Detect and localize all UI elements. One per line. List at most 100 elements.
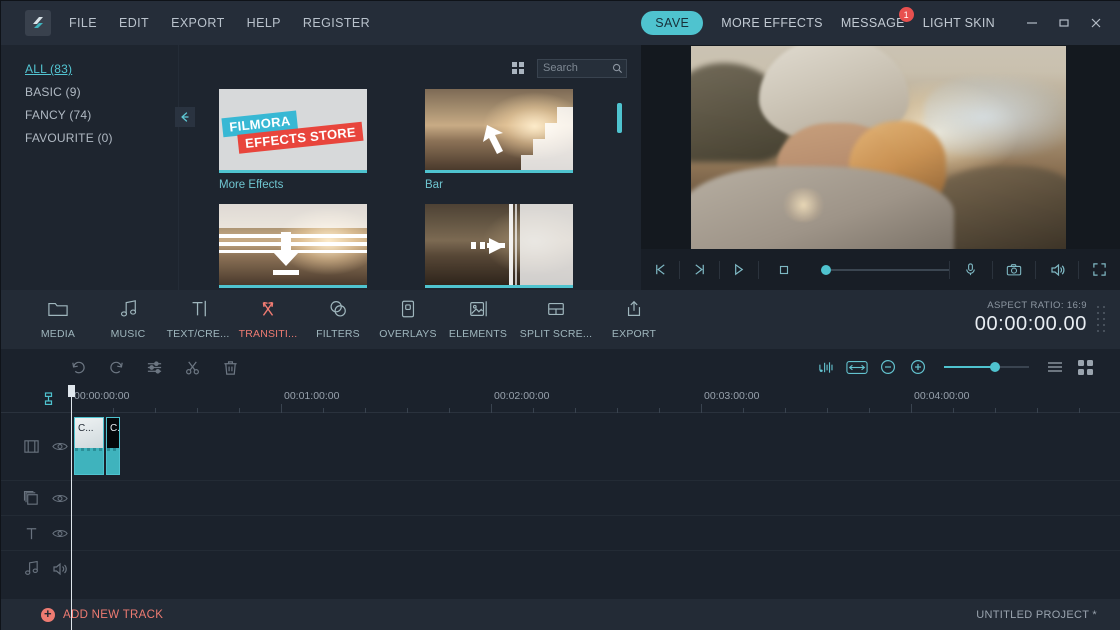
track-body-overlay[interactable]	[71, 481, 1120, 516]
redo-icon[interactable]	[97, 349, 135, 385]
minimize-icon[interactable]	[1019, 10, 1045, 36]
playhead-handle[interactable]	[68, 385, 75, 397]
category-basic[interactable]: BASIC (9)	[25, 85, 81, 99]
effect-thumbnail	[219, 204, 367, 288]
scrollbar-thumb[interactable]	[617, 103, 622, 133]
more-effects-link[interactable]: MORE EFFECTS	[721, 16, 823, 30]
add-new-track-button[interactable]: + ADD NEW TRACK	[41, 607, 164, 622]
effect-tile-slide[interactable]	[425, 204, 573, 290]
split-scissors-icon[interactable]	[173, 349, 211, 385]
tool-list: MEDIA MUSIC TEXT/CRE... TRANSITI... FILT…	[1, 290, 1120, 349]
stop-icon[interactable]	[759, 249, 809, 290]
timeline-clip[interactable]: C...	[74, 417, 104, 475]
tool-split-screen[interactable]: SPLIT SCRE...	[513, 290, 599, 340]
effect-tile-label: More Effects	[219, 179, 284, 191]
message-label: MESSAGE	[840, 16, 905, 30]
effects-tile-grid: FILMORA EFFECTS STORE More Effects Bar	[219, 89, 627, 290]
progress-slider[interactable]	[809, 249, 949, 290]
zoom-knob[interactable]	[989, 362, 1000, 372]
message-link[interactable]: MESSAGE 1	[840, 7, 914, 30]
grid-view-icon[interactable]	[512, 61, 525, 75]
play-icon[interactable]	[720, 249, 758, 290]
tool-label: TEXT/CRE...	[166, 328, 230, 340]
effect-tile-blinds[interactable]	[219, 204, 367, 290]
audio-waveform-icon[interactable]	[812, 349, 840, 385]
music-note-icon	[117, 299, 139, 324]
tool-export[interactable]: EXPORT	[599, 290, 669, 340]
timeline-clip[interactable]: C...	[106, 417, 120, 475]
tool-music[interactable]: MUSIC	[93, 290, 163, 340]
marker-icon[interactable]	[43, 392, 54, 411]
category-all[interactable]: ALL (83)	[25, 62, 72, 76]
volume-icon[interactable]	[1036, 249, 1078, 290]
tool-text-credits[interactable]: TEXT/CRE...	[163, 290, 233, 340]
delete-trash-icon[interactable]	[211, 349, 249, 385]
microphone-icon[interactable]	[950, 249, 992, 290]
window-buttons	[1019, 10, 1109, 36]
aspect-ratio-label: ASPECT RATIO: 16:9	[987, 300, 1087, 311]
tool-overlays[interactable]: OVERLAYS	[373, 290, 443, 340]
close-icon[interactable]	[1083, 10, 1109, 36]
arrow-left-icon[interactable]	[175, 107, 195, 127]
grid-view-icon[interactable]	[1071, 349, 1099, 385]
speaker-icon[interactable]	[52, 562, 68, 576]
category-fancy[interactable]: FANCY (74)	[25, 108, 91, 122]
fit-to-timeline-icon[interactable]	[842, 349, 872, 385]
tool-label: OVERLAYS	[379, 328, 437, 340]
music-note-icon[interactable]	[23, 560, 40, 577]
fullscreen-icon[interactable]	[1079, 249, 1120, 290]
track-header-text[interactable]	[1, 516, 71, 551]
snapshot-camera-icon[interactable]	[993, 249, 1035, 290]
eye-icon[interactable]	[52, 492, 68, 505]
track-body-audio[interactable]	[71, 551, 1120, 586]
track-body-video[interactable]: C... C...	[71, 413, 1120, 481]
clip-audio-waveform	[107, 448, 119, 474]
film-strip-icon[interactable]	[23, 438, 40, 455]
add-new-track-label: ADD NEW TRACK	[63, 609, 164, 621]
tool-transitions[interactable]: TRANSITI...	[233, 290, 303, 340]
eye-icon[interactable]	[52, 527, 68, 540]
track-body-text[interactable]	[71, 516, 1120, 551]
search-input[interactable]	[537, 58, 627, 78]
menu-register[interactable]: REGISTER	[303, 16, 370, 30]
preview-panel	[641, 45, 1120, 290]
list-view-icon[interactable]	[1041, 349, 1069, 385]
track-area: C... C...	[1, 413, 1120, 630]
zoom-out-icon[interactable]	[874, 349, 902, 385]
save-button[interactable]: SAVE	[641, 11, 704, 35]
light-skin-link[interactable]: LIGHT SKIN	[923, 16, 995, 30]
tool-label: EXPORT	[611, 328, 657, 340]
menu-edit[interactable]: EDIT	[119, 16, 149, 30]
undo-icon[interactable]	[59, 349, 97, 385]
effect-tile-more-effects[interactable]: FILMORA EFFECTS STORE More Effects	[219, 89, 367, 191]
track-header-video[interactable]	[1, 413, 71, 481]
adjust-sliders-icon[interactable]	[135, 349, 173, 385]
effects-scrollbar[interactable]	[616, 45, 624, 290]
zoom-in-icon[interactable]	[904, 349, 932, 385]
menu-file[interactable]: FILE	[69, 16, 97, 30]
progress-knob[interactable]	[820, 264, 831, 275]
eye-icon[interactable]	[52, 440, 68, 453]
playhead[interactable]	[68, 385, 75, 630]
folder-icon	[47, 299, 69, 324]
effect-tile-bar[interactable]: Bar	[425, 89, 573, 191]
tool-media[interactable]: MEDIA	[23, 290, 93, 340]
next-frame-icon[interactable]	[680, 249, 718, 290]
effect-thumbnail: FILMORA EFFECTS STORE	[219, 89, 367, 173]
timeline-ruler[interactable]: 00:00:00:00 00:01:00:00 00:02:00:00 00:0…	[1, 385, 1120, 413]
track-header-audio[interactable]	[1, 551, 71, 586]
filmora-window: FILE EDIT EXPORT HELP REGISTER SAVE MORE…	[0, 0, 1120, 630]
effect-thumbnail	[425, 89, 573, 173]
menu-export[interactable]: EXPORT	[171, 16, 225, 30]
layers-icon[interactable]	[23, 490, 40, 507]
category-favourite[interactable]: FAVOURITE (0)	[25, 131, 113, 145]
tool-elements[interactable]: ELEMENTS	[443, 290, 513, 340]
filmora-logo-icon	[25, 10, 51, 36]
menu-help[interactable]: HELP	[247, 16, 281, 30]
track-header-overlay[interactable]	[1, 481, 71, 516]
text-t-icon[interactable]	[23, 525, 40, 542]
maximize-icon[interactable]	[1051, 10, 1077, 36]
zoom-slider[interactable]	[944, 349, 1029, 385]
previous-frame-icon[interactable]	[641, 249, 679, 290]
tool-filters[interactable]: FILTERS	[303, 290, 373, 340]
